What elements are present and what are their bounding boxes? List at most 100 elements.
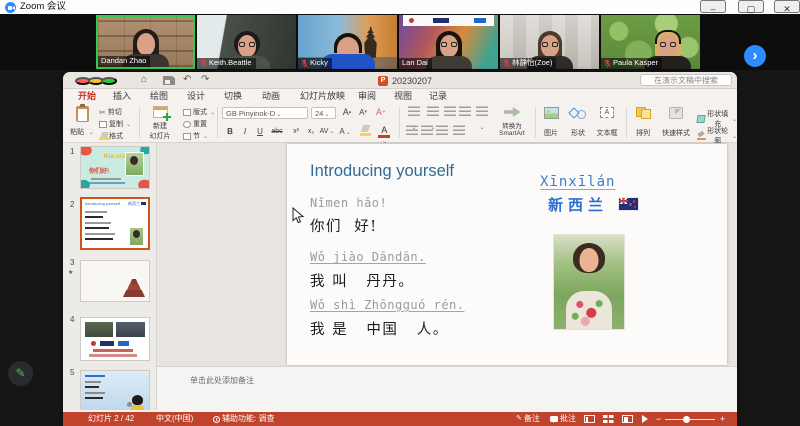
bullets-button[interactable] [405,106,422,119]
cartoon-girl-art [131,405,144,410]
shrink-font-button[interactable] [356,106,370,119]
italic-button[interactable]: I [238,125,252,138]
hanzi-line-3: 我 是 中国 人。 [310,318,449,339]
strikethrough-button[interactable]: abc [268,125,286,138]
tab-home[interactable]: 开始 [78,89,96,103]
participant-video-keith[interactable]: Keith.Beattle [197,15,296,69]
tab-slideshow[interactable]: 幻灯片放映 [300,89,345,103]
notes-pane[interactable]: 单击此处添加备注 [157,366,737,412]
bold-button[interactable]: B [223,125,237,138]
grow-font-button[interactable] [340,106,354,119]
text-line-art [85,381,101,383]
slide-thumbnail-3[interactable] [80,260,150,302]
font-name-select[interactable]: GB Pinyinok-D [222,107,308,119]
participant-name-label: Keith.Beattle [197,58,256,69]
underline-button[interactable]: U [253,125,267,138]
status-bar: 幻灯片 2 / 42 中文(中国) 辅助功能: 调查 ✎ 备注 批注 [63,412,737,426]
slide-thumbnail-2-selected[interactable]: Introducing yourself 新西兰 [80,197,150,250]
close-button[interactable]: ✕ [774,0,800,13]
slide-sorter-view-button[interactable] [603,415,614,423]
participant-video-zoe[interactable]: 林静怡(Zoe) [500,15,599,69]
align-left-button[interactable] [405,125,419,138]
zoom-slider-knob[interactable] [683,416,690,423]
redo-button[interactable]: ↷ [201,72,209,88]
cut-button[interactable]: ✂ 剪切 [99,107,122,117]
zoom-in-button[interactable]: + [720,412,725,426]
tab-draw[interactable]: 绘图 [150,89,168,103]
ribbon: 粘贴 ✂ 剪切 复制 格式 新建 幻灯片 [63,103,737,143]
smartart-icon [504,106,521,118]
paste-button[interactable]: 粘贴 [69,106,95,137]
participant-video-kicky[interactable]: Kicky [298,15,397,69]
copy-button[interactable]: 复制 [99,119,131,129]
undo-button[interactable]: ↶ [183,72,191,88]
tab-view[interactable]: 视图 [394,89,412,103]
country-pinyin: Xīnxīlán [540,174,615,190]
notes-toggle-button[interactable]: ✎ 备注 [516,412,540,426]
align-center-button[interactable] [420,125,434,138]
accessibility-status[interactable]: 辅助功能: 调查 [213,412,274,426]
home-button[interactable]: ⌂ [141,72,147,88]
zoom-app-title: Zoom 会议 [20,0,66,14]
annotation-pencil-button[interactable]: ✎ [8,361,33,386]
slide-title: Introducing yourself [310,162,454,181]
slideshow-view-button[interactable] [641,415,652,423]
subscript-button[interactable]: x₂ [304,125,318,138]
tab-review[interactable]: 审阅 [358,89,376,103]
decrease-indent-button[interactable] [443,106,457,119]
zoom-slider-track[interactable] [665,419,715,421]
tab-design[interactable]: 设计 [187,89,205,103]
ppt-title-bar: ⌂ ↶ ↷ P 20230207 [63,72,737,89]
powerpoint-window: ⌂ ↶ ↷ P 20230207 开始 插入 绘图 设计 切换 动画 幻灯片放映… [63,72,737,426]
section-button[interactable]: 节 [183,131,208,141]
maximize-button[interactable]: ▢ [738,0,764,13]
font-size-select[interactable]: 24 [311,107,336,119]
minimize-button[interactable]: – [700,0,726,13]
slide-thumbnail-5[interactable] [80,370,150,410]
new-slide-button[interactable]: 新建 幻灯片 [143,106,177,141]
cartoon-girl-art [132,395,143,405]
line-spacing-button[interactable] [473,106,490,119]
zoom-out-button[interactable]: − [656,412,661,426]
reset-button[interactable]: 重置 [183,119,207,129]
search-input[interactable] [640,74,732,86]
participant-video-dandan[interactable]: Dandan Zhao [96,15,195,69]
align-right-button[interactable] [435,125,449,138]
tab-transitions[interactable]: 切换 [224,89,242,103]
tab-record[interactable]: 记录 [429,89,447,103]
participant-video-lan[interactable]: Lan Dai [399,15,498,69]
layout-button[interactable]: 版式 [183,107,215,117]
tab-animations[interactable]: 动画 [262,89,280,103]
save-button[interactable] [163,76,175,85]
change-case-button[interactable]: A [337,125,353,138]
comments-toggle-button[interactable]: 批注 [550,412,576,426]
ribbon-divider [535,107,536,138]
columns-button[interactable] [450,125,467,138]
slide-thumbnail-4[interactable] [80,317,150,361]
zoom-meeting-window: Zoom 会议 – ▢ ✕ Dandan Zhao [0,0,800,426]
slide-thumbnail-1[interactable]: Kia ora 你们好! [80,146,150,189]
participant-name: Dandan Zhao [101,56,146,66]
document-title: 20230207 [392,76,432,86]
reading-view-button[interactable] [622,415,633,423]
format-painter-button[interactable]: 格式 [99,131,123,141]
tab-insert[interactable]: 插入 [113,89,131,103]
face-art [137,33,155,55]
mac-zoom-button[interactable] [101,77,117,85]
next-participants-button[interactable]: › [744,45,766,67]
mouse-cursor [292,207,304,224]
normal-view-button[interactable] [584,415,595,423]
slide-canvas[interactable]: Introducing yourself Nǐmen hǎo! 你们 好! Wǒ… [287,144,727,365]
photo-art [116,322,145,337]
language-status[interactable]: 中文(中国) [156,412,193,426]
highlight-color-button[interactable] [357,125,373,138]
font-color-button[interactable]: A [377,125,391,138]
increase-indent-button[interactable] [458,106,472,119]
superscript-button[interactable]: x² [289,125,303,138]
participant-video-paula[interactable]: Paula Kasper [601,15,700,69]
numbering-button[interactable] [424,106,441,119]
text-line-art [85,375,105,377]
clear-formatting-button[interactable] [374,106,388,119]
character-spacing-button[interactable]: AV [319,125,335,138]
flag-star-art [633,200,636,203]
